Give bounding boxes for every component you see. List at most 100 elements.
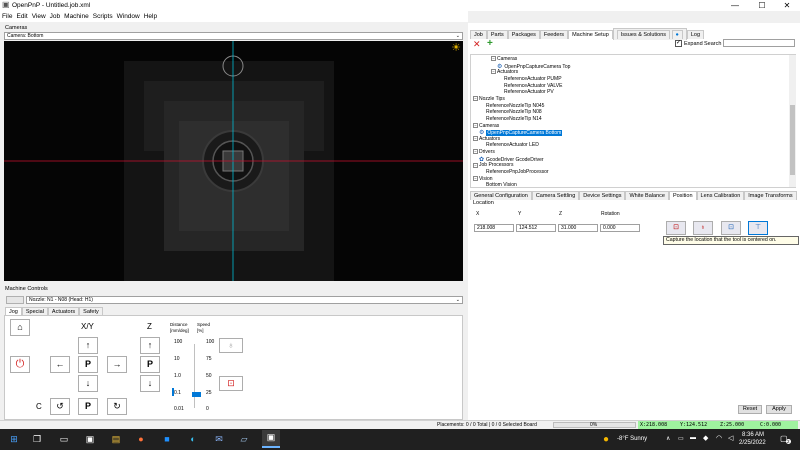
wifi-icon[interactable]: ◠ [716, 434, 722, 442]
menu-job[interactable]: Job [48, 11, 62, 22]
weather-text[interactable]: -8°F Sunny [617, 436, 647, 442]
menu-machine[interactable]: Machine [62, 11, 91, 22]
tree-item[interactable]: ReferenceActuator LED [479, 142, 539, 148]
chevron-up-icon[interactable]: ∧ [666, 435, 670, 442]
tree-item[interactable]: − Actuators [491, 69, 518, 75]
tree-item[interactable]: ReferenceActuator PV [497, 89, 554, 95]
jog-z-minus-button[interactable]: ↓ [140, 375, 160, 392]
tab-lens-calibration[interactable]: Lens Calibration [696, 191, 745, 200]
clock-date[interactable]: 2/25/2022 [739, 440, 766, 446]
y-field[interactable] [516, 224, 556, 232]
capture-camera-button[interactable]: ⊡ [666, 221, 686, 235]
windows-start-icon[interactable]: ⊞ [7, 432, 21, 446]
tree-item[interactable]: − Cameras [491, 56, 517, 62]
menu-scripts[interactable]: Scripts [91, 11, 115, 22]
collapse-icon[interactable]: − [473, 149, 478, 155]
sun-icon[interactable]: ☀ [451, 43, 461, 54]
menu-window[interactable]: Window [115, 11, 142, 22]
menu-help[interactable]: Help [142, 11, 159, 22]
camera-select[interactable]: Camera: Bottom ⌄ [4, 32, 463, 40]
park-z-button[interactable]: P [140, 356, 160, 373]
z-field[interactable] [558, 224, 598, 232]
tab-feeders[interactable]: Feeders [539, 30, 569, 39]
tab-white-balance[interactable]: White Balance [625, 191, 669, 200]
power-button[interactable]: ⏻ [10, 356, 30, 373]
menu-file[interactable]: File [0, 11, 14, 22]
collapse-icon[interactable]: − [473, 122, 478, 128]
jog-y-minus-button[interactable]: ↓ [78, 375, 98, 392]
tree-item[interactable]: ReferenceNozzleTip N14 [479, 116, 542, 122]
nozzle-tip-button[interactable]: ♁ [219, 338, 243, 353]
tree-item[interactable]: − Actuators [473, 136, 500, 142]
openpnp-taskbar-icon[interactable]: ▣ [262, 430, 280, 448]
tree-item[interactable]: − Job Processors [473, 162, 513, 168]
rotate-ccw-button[interactable]: ↺ [50, 398, 70, 415]
park-c-button[interactable]: P [78, 398, 98, 415]
tab-machine-setup[interactable]: Machine Setup [568, 30, 613, 39]
search-input[interactable] [723, 39, 795, 47]
tree-item[interactable]: − Nozzle Tips [473, 96, 505, 102]
network-icon[interactable]: ▭ [678, 435, 684, 442]
tab-general-configuration[interactable]: General Configuration [470, 191, 532, 200]
dropbox-icon[interactable]: ◆ [703, 434, 708, 442]
battery-icon[interactable]: ▬ [690, 435, 696, 441]
document-icon[interactable]: ▱ [237, 432, 251, 446]
menu-view[interactable]: View [30, 11, 48, 22]
chat-icon[interactable]: ■ [160, 432, 174, 446]
edge-icon[interactable]: ◐ [186, 432, 200, 446]
tab-image-transforms[interactable]: Image Transforms [744, 191, 797, 200]
collapse-icon[interactable]: − [473, 162, 478, 168]
add-icon[interactable]: + [487, 39, 493, 49]
tree-item[interactable]: ReferenceNozzleTip N045 [479, 103, 544, 109]
task-view-icon[interactable]: ❐ [30, 432, 44, 446]
collapse-icon[interactable]: − [473, 135, 478, 141]
tab-issues-solutions[interactable]: Issues & Solutions ● [612, 28, 687, 40]
move-tool-button[interactable]: ⊤ [748, 221, 768, 235]
tab-position[interactable]: Position [668, 191, 697, 200]
home-button[interactable]: ⌂ [10, 319, 30, 336]
tree-item[interactable]: ReferenceActuator PUMP [497, 76, 562, 82]
move-camera-button[interactable]: ⊡ [721, 221, 741, 235]
x-field[interactable] [474, 224, 514, 232]
terminal-icon[interactable]: ▭ [57, 432, 71, 446]
tree-item[interactable]: ReferencePnpJobProcessor [479, 169, 549, 175]
app-icon[interactable]: ▣ [83, 432, 97, 446]
camera-position-button[interactable]: ⊡ [219, 376, 243, 391]
camera-view[interactable]: ☀ [4, 41, 463, 281]
tree-item[interactable]: ReferenceNozzleTip N08 [479, 109, 542, 115]
reset-button[interactable]: Reset [738, 405, 762, 414]
tree-item[interactable]: − Vision [473, 176, 493, 182]
menu-edit[interactable]: Edit [14, 11, 29, 22]
file-explorer-icon[interactable]: ▤ [109, 432, 123, 446]
tree-scrollbar-thumb[interactable] [790, 105, 795, 175]
tree-item[interactable]: Bottom Vision [479, 182, 517, 187]
clock-time[interactable]: 8:36 AM [742, 432, 764, 438]
collapse-icon[interactable]: − [491, 56, 496, 62]
collapse-icon[interactable]: − [473, 96, 478, 102]
tab-camera-settling[interactable]: Camera Settling [531, 191, 580, 200]
tab-device-settings[interactable]: Device Settings [579, 191, 626, 200]
capture-tool-button[interactable]: ♁ [693, 221, 713, 235]
jog-y-plus-button[interactable]: ↑ [78, 337, 98, 354]
distance-slider-thumb[interactable] [172, 388, 174, 396]
collapse-icon[interactable]: − [491, 69, 496, 75]
minimize-button[interactable]: — [722, 0, 748, 11]
tab-log[interactable]: Log [686, 30, 705, 39]
remove-icon[interactable]: ✕ [473, 40, 481, 49]
firefox-icon[interactable]: ● [134, 432, 148, 446]
rotate-cw-button[interactable]: ↻ [107, 398, 127, 415]
apply-button[interactable]: Apply [766, 405, 792, 414]
volume-icon[interactable]: ◁ [728, 434, 733, 442]
nozzle-select[interactable]: Nozzle: N1 - N08 (Head: H1) ⌄ [26, 296, 463, 304]
rotation-field[interactable] [600, 224, 640, 232]
tab-packages[interactable]: Packages [507, 30, 540, 39]
park-xy-button[interactable]: P [78, 356, 98, 373]
speed-slider-track[interactable] [194, 344, 195, 408]
jog-x-minus-button[interactable]: ← [50, 356, 70, 373]
expand-checkbox[interactable]: ✓ [675, 40, 682, 47]
jog-x-plus-button[interactable]: → [107, 356, 127, 373]
speed-slider-thumb[interactable] [192, 392, 201, 397]
close-button[interactable]: ✕ [774, 0, 800, 11]
maximize-button[interactable]: ☐ [749, 0, 775, 11]
jog-z-plus-button[interactable]: ↑ [140, 337, 160, 354]
